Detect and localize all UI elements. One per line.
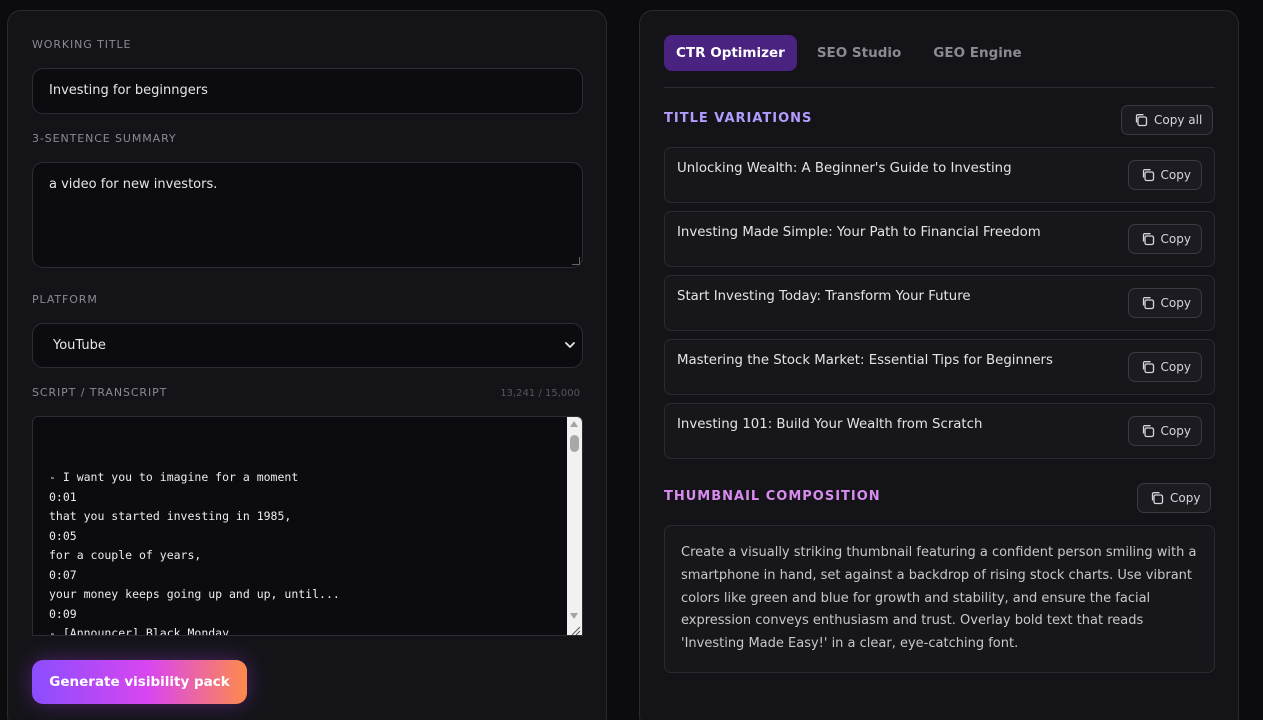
platform-selected-value: YouTube <box>53 338 106 353</box>
title-variation-text: Unlocking Wealth: A Beginner's Guide to … <box>677 161 1012 176</box>
copy-icon <box>1142 233 1154 246</box>
resize-grip-icon[interactable] <box>572 257 580 265</box>
tab-ctr-optimizer[interactable]: CTR Optimizer <box>664 35 797 71</box>
copy-all-button[interactable]: Copy all <box>1121 105 1214 135</box>
thumbnail-composition-text: Create a visually striking thumbnail fea… <box>664 525 1215 673</box>
copy-label: Copy <box>1160 360 1191 374</box>
summary-label: 3-SENTENCE SUMMARY <box>32 132 177 145</box>
generate-visibility-pack-button[interactable]: Generate visibility pack <box>32 660 247 704</box>
thumbnail-composition-heading: THUMBNAIL COMPOSITION <box>664 489 881 504</box>
copy-button[interactable]: Copy <box>1127 160 1202 190</box>
tabs-divider <box>664 87 1215 88</box>
copy-label: Copy <box>1170 491 1201 505</box>
copy-label: Copy <box>1160 424 1191 438</box>
chevron-down-icon <box>565 342 575 348</box>
copy-thumbnail-button[interactable]: Copy <box>1137 483 1212 513</box>
title-variation-text: Start Investing Today: Transform Your Fu… <box>677 289 971 304</box>
char-count: 13,241 / 15,000 <box>500 388 580 399</box>
copy-button[interactable]: Copy <box>1127 224 1202 254</box>
app-root: WORKING TITLE Investing for beginngers 3… <box>0 0 1263 720</box>
script-textarea[interactable]: - I want you to imagine for a moment 0:0… <box>32 416 583 636</box>
copy-button[interactable]: Copy <box>1127 416 1202 446</box>
copy-label: Copy <box>1160 168 1191 182</box>
title-variation-text: Investing 101: Build Your Wealth from Sc… <box>677 417 983 432</box>
tab-bar: CTR Optimizer SEO Studio GEO Engine <box>664 35 1042 71</box>
output-panel: CTR Optimizer SEO Studio GEO Engine TITL… <box>639 10 1239 720</box>
copy-button[interactable]: Copy <box>1127 352 1202 382</box>
copy-icon <box>1135 114 1148 127</box>
script-label: SCRIPT / TRANSCRIPT <box>32 386 168 399</box>
copy-all-label: Copy all <box>1154 113 1203 127</box>
copy-label: Copy <box>1160 296 1191 310</box>
title-variations-heading: TITLE VARIATIONS <box>664 111 813 126</box>
platform-select[interactable]: YouTube <box>32 323 583 368</box>
title-variation-text: Mastering the Stock Market: Essential Ti… <box>677 353 1053 368</box>
script-scrollbar[interactable] <box>567 417 582 636</box>
copy-icon <box>1142 297 1154 310</box>
scroll-up-arrow-icon[interactable] <box>570 421 578 427</box>
copy-icon <box>1142 361 1154 374</box>
title-variation-text: Investing Made Simple: Your Path to Fina… <box>677 225 1041 240</box>
copy-icon <box>1142 425 1154 438</box>
title-variation-item: Investing 101: Build Your Wealth from Sc… <box>664 403 1215 459</box>
copy-icon <box>1142 169 1154 182</box>
summary-textarea[interactable]: a video for new investors. <box>32 162 583 268</box>
platform-label: PLATFORM <box>32 293 98 306</box>
copy-label: Copy <box>1160 232 1191 246</box>
working-title-label: WORKING TITLE <box>32 38 132 51</box>
title-variation-item: Mastering the Stock Market: Essential Ti… <box>664 339 1215 395</box>
copy-icon <box>1151 492 1164 505</box>
tab-geo-engine[interactable]: GEO Engine <box>921 35 1033 71</box>
summary-text: a video for new investors. <box>49 177 218 192</box>
title-variation-item: Investing Made Simple: Your Path to Fina… <box>664 211 1215 267</box>
title-variation-item: Unlocking Wealth: A Beginner's Guide to … <box>664 147 1215 203</box>
working-title-input[interactable]: Investing for beginngers <box>32 68 583 114</box>
script-text: - I want you to imagine for a moment 0:0… <box>49 470 340 636</box>
copy-button[interactable]: Copy <box>1127 288 1202 318</box>
scroll-down-arrow-icon[interactable] <box>570 613 578 619</box>
resize-grip-icon[interactable] <box>570 625 581 636</box>
title-variation-item: Start Investing Today: Transform Your Fu… <box>664 275 1215 331</box>
scroll-thumb[interactable] <box>570 435 579 452</box>
input-panel: WORKING TITLE Investing for beginngers 3… <box>7 10 607 720</box>
tab-seo-studio[interactable]: SEO Studio <box>805 35 913 71</box>
